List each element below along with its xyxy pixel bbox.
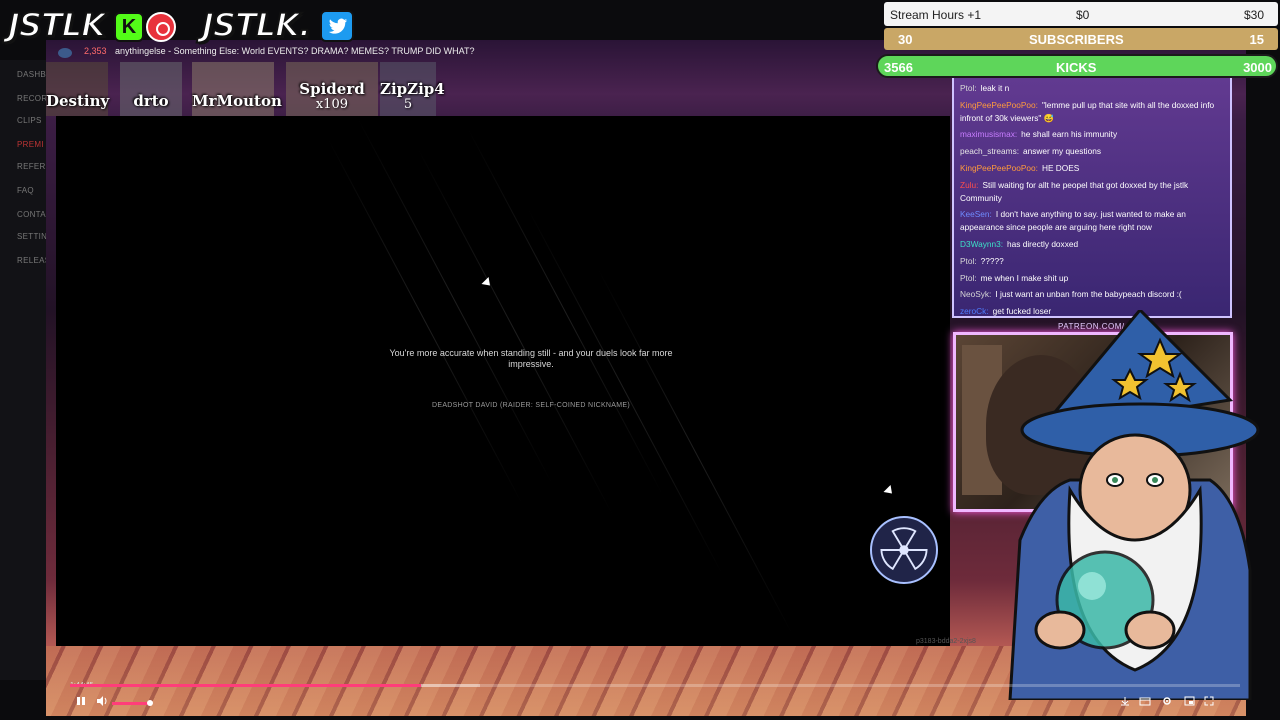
progress-fill	[70, 684, 421, 687]
light-streak	[526, 205, 725, 578]
chat-message: peach_streams: answer my questions	[960, 145, 1224, 158]
seek-bar[interactable]	[70, 684, 1240, 687]
chat-text: answer my questions	[1023, 146, 1101, 157]
chat-text: has directly doxxed	[1007, 238, 1079, 249]
chat-message: Ptol: leak it n	[960, 82, 1224, 95]
light-streak	[356, 116, 555, 488]
loading-quote: You're more accurate when standing still…	[389, 348, 673, 369]
clip-icon[interactable]	[1138, 696, 1152, 710]
stream-hours-bar: Stream Hours +1 $0 $30	[884, 2, 1278, 26]
chat-username: D3Waynn3:	[960, 238, 1004, 249]
kick-icon: K	[114, 12, 144, 42]
subs-current: 30	[898, 32, 913, 47]
settings-gear-icon[interactable]	[1160, 696, 1174, 710]
chat-username: Ptol:	[960, 255, 977, 266]
light-streak	[596, 265, 795, 638]
chat-username: KeeSen:	[960, 209, 992, 220]
supporter-tile: Destiny	[46, 62, 110, 116]
light-streak	[416, 145, 615, 518]
supporter-name: drto	[133, 92, 169, 110]
chat-message: NeoSyk: I just want an unban from the bab…	[960, 288, 1224, 301]
chat-username: Ptol:	[960, 83, 977, 93]
fullscreen-icon[interactable]	[1202, 696, 1216, 710]
kicks-current: 3566	[884, 60, 913, 75]
jstlk-logo-twitter: JSTLK.	[201, 5, 312, 45]
stream-hours-label: Stream Hours +1	[890, 8, 982, 22]
channel-name: anythingelse	[115, 46, 166, 56]
twitter-icon	[320, 10, 354, 42]
chat-username: peach_streams:	[960, 146, 1020, 157]
money-goal: $30	[1243, 8, 1264, 22]
chat-username: Ptol:	[960, 272, 977, 283]
supporter-name: ZipZip4	[380, 80, 445, 98]
radiation-icon	[870, 516, 938, 584]
download-icon[interactable]	[1118, 696, 1132, 710]
chat-username: zeroCk:	[960, 306, 989, 317]
supporter-tile: ZipZip4 5	[380, 62, 445, 116]
record-icon	[146, 12, 176, 42]
chat-username: KingPeePeePooPoo:	[960, 162, 1038, 173]
chat-message: maximusismax: he shall earn his immunity	[960, 128, 1224, 141]
kicks-bar: 3566 KICKS 3000	[876, 54, 1278, 78]
light-streak	[466, 125, 665, 498]
supporter-tile: drto	[120, 62, 182, 116]
supporter-count: x109	[315, 97, 349, 112]
chat-text: I don't have anything to say. just wante…	[960, 209, 1186, 233]
chat-text: he shall earn his immunity	[1021, 129, 1118, 140]
kicks-goal: 3000	[1243, 60, 1272, 75]
chat-username: KingPeePeePooPoo:	[960, 99, 1038, 110]
stream-title: - Something Else: World EVENTS? DRAMA? M…	[168, 46, 475, 56]
pip-icon[interactable]	[1182, 696, 1196, 710]
chat-username: NeoSyk:	[960, 289, 992, 300]
chat-username: maximusismax:	[960, 129, 1018, 140]
wizard-avatar-icon	[1008, 310, 1260, 700]
supporter-tiles: Destiny drto MrMouton Spiderd x109 ZipZi…	[46, 62, 446, 116]
chat-text: me when I make shit up	[980, 272, 1069, 283]
subs-label: SUBSCRIBERS	[1029, 32, 1124, 47]
chat-message: KingPeePeePooPoo: "lemme pull up that sit…	[960, 99, 1224, 125]
quote-author: DEADSHOT DAVID (RAIDER: SELF-COINED NICK…	[432, 402, 630, 409]
volume-slider[interactable]	[112, 702, 151, 705]
video-player[interactable]: You're more accurate when standing still…	[56, 116, 950, 646]
video-watermark: p3183-bdda2-2xjs8	[916, 638, 976, 645]
chat-text: I just want an unban from the babypeach …	[995, 289, 1182, 300]
subs-goal: 15	[1249, 32, 1264, 47]
chat-message: Ptol: me when I make shit up	[960, 272, 1224, 285]
chat-username: Zulu:	[960, 179, 979, 190]
chat-panel: Ptol: leak it n KingPeePeePooPoo: "lemme p…	[952, 78, 1232, 318]
subscribers-bar: 30 SUBSCRIBERS 15	[884, 28, 1278, 50]
chat-message: KingPeePeePooPoo: HE DOES	[960, 162, 1224, 175]
viewer-count: 2,353	[84, 46, 107, 56]
light-streak	[326, 135, 525, 508]
pause-icon[interactable]	[74, 696, 88, 710]
chat-text: ?????	[980, 255, 1004, 266]
supporter-tile: MrMouton	[192, 62, 282, 116]
chat-message: D3Waynn3: has directly doxxed	[960, 238, 1224, 251]
chat-text: Still waiting for allt he peopel that go…	[960, 179, 1189, 203]
stream-ticker: 2,353 anythingelse - Something Else: Wor…	[60, 46, 475, 60]
supporter-name: Destiny	[46, 92, 110, 110]
chat-text: HE DOES	[1041, 162, 1080, 173]
supporter-tile: Spiderd x109	[286, 62, 378, 116]
supporter-count: 5	[403, 97, 413, 112]
supporter-name: Spiderd	[299, 80, 365, 98]
chat-text: leak it n	[980, 83, 1010, 93]
chat-message: Zulu: Still waiting for allt he peopel th…	[960, 179, 1224, 205]
chat-message: Ptol:?????	[960, 255, 1224, 268]
jstlk-logo: JSTLK	[7, 5, 107, 45]
chat-message: KeeSen: I don't have anything to say. jus…	[960, 208, 1224, 234]
kicks-label: KICKS	[1056, 60, 1097, 75]
volume-icon[interactable]	[95, 696, 109, 710]
supporter-name: MrMouton	[192, 92, 282, 110]
money-current: $0	[1076, 8, 1090, 22]
